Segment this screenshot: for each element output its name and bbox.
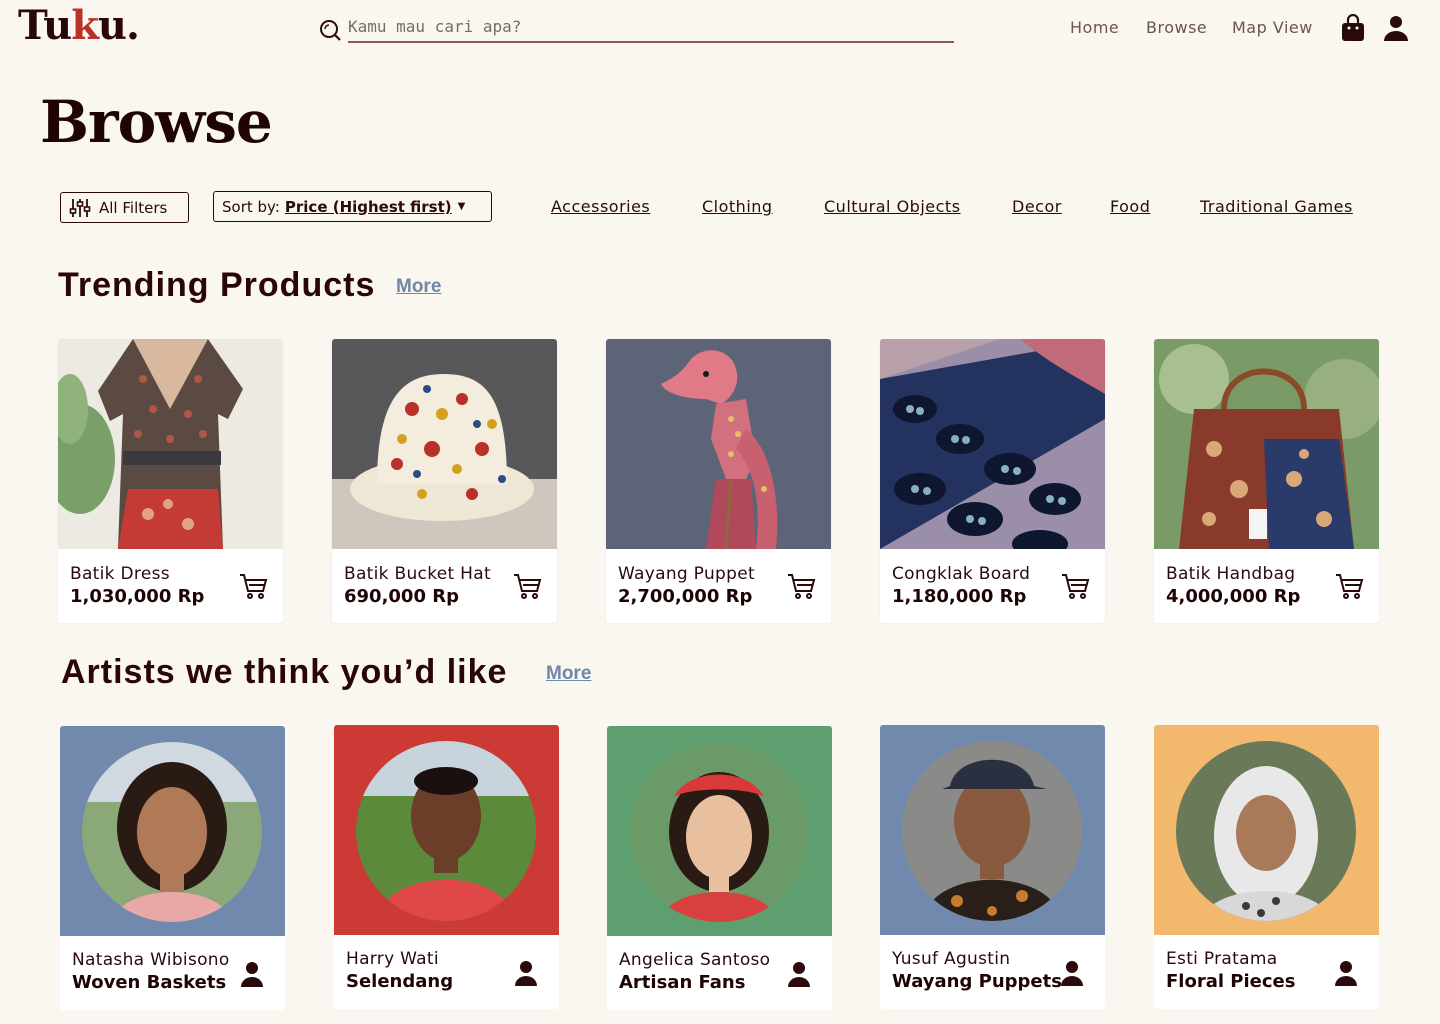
add-to-cart-icon[interactable] <box>1060 571 1090 601</box>
product-price: 4,000,000 Rp <box>1166 586 1301 607</box>
artist-name: Natasha Wibisono <box>72 950 230 970</box>
search-input[interactable] <box>348 12 954 43</box>
product-price: 1,030,000 Rp <box>70 586 205 607</box>
artist-name: Yusuf Agustin <box>892 949 1011 969</box>
caret-down-icon: ▼ <box>457 201 466 212</box>
nav-browse[interactable]: Browse <box>1146 18 1207 37</box>
artist-craft: Floral Pieces <box>1166 971 1296 992</box>
product-image-congklak-board <box>880 339 1105 549</box>
artist-name: Harry Wati <box>346 949 439 969</box>
artist-card[interactable]: Yusuf Agustin Wayang Puppets <box>880 725 1105 1009</box>
add-to-cart-icon[interactable] <box>786 571 816 601</box>
product-image-wayang-puppet <box>606 339 831 549</box>
logo[interactable]: Tuku. <box>18 2 140 49</box>
artist-portrait <box>82 742 262 922</box>
artist-card[interactable]: Angelica Santoso Artisan Fans <box>607 726 832 1010</box>
artists-more-link[interactable]: More <box>546 663 591 685</box>
all-filters-label: All Filters <box>99 198 168 217</box>
artist-profile-icon[interactable] <box>1060 959 1084 987</box>
category-decor[interactable]: Decor <box>1012 197 1062 216</box>
trending-products-title: Trending Products <box>58 266 376 304</box>
product-price: 2,700,000 Rp <box>618 586 753 607</box>
artist-profile-icon[interactable] <box>1334 959 1358 987</box>
nav-map-view[interactable]: Map View <box>1232 18 1313 37</box>
add-to-cart-icon[interactable] <box>238 571 268 601</box>
product-price: 690,000 Rp <box>344 586 459 607</box>
sort-label: Sort by: <box>222 197 280 216</box>
category-food[interactable]: Food <box>1110 197 1150 216</box>
logo-text-suffix: u. <box>97 2 140 49</box>
artist-profile-icon[interactable] <box>240 960 264 988</box>
product-name: Wayang Puppet <box>618 564 755 584</box>
product-card[interactable]: Batik Bucket Hat 690,000 Rp <box>332 339 557 623</box>
artist-name: Angelica Santoso <box>619 950 771 970</box>
top-bar: Tuku. Home Browse Map View <box>0 0 1440 60</box>
artist-card[interactable]: Natasha Wibisono Woven Baskets <box>60 726 285 1010</box>
product-name: Batik Bucket Hat <box>344 564 491 584</box>
logo-text-prefix: Tu <box>18 2 72 49</box>
artist-craft: Artisan Fans <box>619 972 746 993</box>
artist-card[interactable]: Esti Pratama Floral Pieces <box>1154 725 1379 1009</box>
product-image-batik-bucket-hat <box>332 339 557 549</box>
product-name: Batik Dress <box>70 564 170 584</box>
artist-craft: Selendang <box>346 971 454 992</box>
user-icon[interactable] <box>1383 14 1409 42</box>
trending-more-link[interactable]: More <box>396 276 441 298</box>
category-cultural-objects[interactable]: Cultural Objects <box>824 197 961 216</box>
page-title: Browse <box>40 88 273 156</box>
product-image-batik-dress <box>58 339 283 549</box>
shopping-bag-icon[interactable] <box>1340 14 1366 42</box>
product-card[interactable]: Congklak Board 1,180,000 Rp <box>880 339 1105 623</box>
artist-craft: Wayang Puppets <box>892 971 1062 992</box>
search-icon[interactable] <box>318 18 342 42</box>
artist-name: Esti Pratama <box>1166 949 1278 969</box>
nav-home[interactable]: Home <box>1070 18 1119 37</box>
category-traditional-games[interactable]: Traditional Games <box>1200 197 1353 216</box>
search-bar <box>318 12 954 44</box>
product-card[interactable]: Batik Handbag 4,000,000 Rp <box>1154 339 1379 623</box>
artist-card[interactable]: Harry Wati Selendang <box>334 725 559 1009</box>
add-to-cart-icon[interactable] <box>1334 571 1364 601</box>
artist-portrait <box>1176 741 1356 921</box>
artist-portrait <box>902 741 1082 921</box>
product-card[interactable]: Wayang Puppet 2,700,000 Rp <box>606 339 831 623</box>
product-price: 1,180,000 Rp <box>892 586 1027 607</box>
artist-portrait <box>629 742 809 922</box>
sort-dropdown[interactable]: Sort by: Price (Highest first) ▼ <box>213 191 492 222</box>
artist-portrait <box>356 741 536 921</box>
sort-value: Price (Highest first) <box>284 197 452 216</box>
category-clothing[interactable]: Clothing <box>702 197 773 216</box>
add-to-cart-icon[interactable] <box>512 571 542 601</box>
logo-text-accent: k <box>71 2 99 49</box>
filter-sliders-icon <box>69 198 91 217</box>
artist-profile-icon[interactable] <box>787 960 811 988</box>
product-card[interactable]: Batik Dress 1,030,000 Rp <box>58 339 283 623</box>
artist-profile-icon[interactable] <box>514 959 538 987</box>
artists-section-title: Artists we think you’d like <box>61 653 508 691</box>
product-name: Congklak Board <box>892 564 1031 584</box>
category-accessories[interactable]: Accessories <box>551 197 650 216</box>
product-image-batik-handbag <box>1154 339 1379 549</box>
artist-craft: Woven Baskets <box>72 972 227 993</box>
all-filters-button[interactable]: All Filters <box>60 192 189 223</box>
product-name: Batik Handbag <box>1166 564 1296 584</box>
